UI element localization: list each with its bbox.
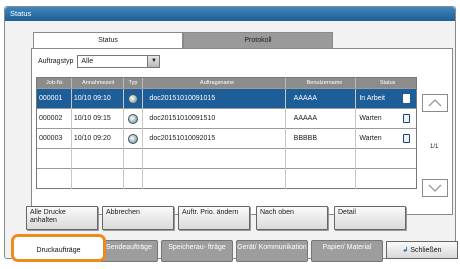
close-button[interactable]: ↲ Schließen	[386, 241, 458, 259]
tab-paper-material[interactable]: Papier/ Material	[311, 240, 383, 262]
job-user: AAAAA	[286, 88, 357, 109]
chevron-up-icon	[428, 99, 442, 107]
tab-protokoll[interactable]: Protokoll	[183, 32, 333, 48]
chevron-down-icon[interactable]: ▼	[147, 56, 160, 67]
tab-device-communication[interactable]: Gerät/ Kommunikation	[236, 240, 308, 262]
tab-print-jobs[interactable]: Druckaufträge	[11, 234, 106, 262]
job-name: doc20151010092015	[143, 128, 286, 149]
printer-job-icon	[124, 128, 144, 149]
col-user: Benutzername	[286, 78, 357, 88]
job-nr: 000003	[37, 128, 72, 149]
waiting-icon	[402, 113, 410, 123]
detail-button[interactable]: Detail	[334, 206, 406, 230]
change-priority-button[interactable]: Auftr. Prio. ändern	[178, 206, 250, 230]
table-header: Job-Nr. Annahmezeit Typ Auftragsname Ben…	[37, 78, 416, 88]
job-table: Job-Nr. Annahmezeit Typ Auftragsname Ben…	[36, 77, 417, 189]
hold-all-button[interactable]: Alle Drucke anhalten	[26, 206, 98, 230]
job-nr: 000002	[37, 108, 72, 129]
move-up-button[interactable]: Nach oben	[256, 206, 328, 230]
window-title: Status	[5, 7, 455, 21]
tab-bar: Status Protokoll	[33, 32, 333, 48]
job-type-select[interactable]: Alle ▼	[77, 55, 161, 68]
job-time: 10/10 09:20	[72, 128, 124, 149]
scroll-controls	[422, 94, 448, 112]
job-name: doc20151010091510	[143, 108, 286, 129]
table-row-empty	[37, 168, 416, 189]
job-status-text: In Arbeit	[359, 94, 385, 102]
table-row[interactable]: 000002 10/10 09:15 doc20151010091510 AAA…	[37, 108, 416, 129]
printer-job-icon	[124, 88, 144, 109]
job-status: Warten	[356, 129, 416, 149]
job-user: BBBBB	[286, 128, 357, 149]
job-status: Warten	[356, 109, 416, 129]
tab-status[interactable]: Status	[33, 32, 183, 48]
job-user: AAAAA	[286, 108, 357, 129]
col-type: Typ	[124, 78, 144, 88]
scroll-down-button[interactable]	[422, 179, 448, 197]
table-row[interactable]: 000001 10/10 09:10 doc20151010091015 AAA…	[37, 88, 416, 109]
scroll-up-button[interactable]	[422, 94, 448, 112]
job-time: 10/10 09:15	[72, 108, 124, 129]
job-status-text: Warten	[359, 134, 382, 142]
tab-storage-jobs[interactable]: Speicherau- fträge	[161, 240, 233, 262]
bottom-nav: Druckaufträge Sendeaufträge Speicherau- …	[4, 234, 458, 266]
action-bar: Alle Drucke anhalten Abbrechen Auftr. Pr…	[26, 206, 448, 232]
col-status: Status	[379, 80, 396, 86]
job-nr: 000001	[37, 88, 72, 109]
job-status: In Arbeit	[356, 89, 416, 109]
chevron-down-icon	[428, 184, 442, 192]
table-row[interactable]: 000003 10/10 09:20 doc20151010092015 BBB…	[37, 128, 416, 149]
status-content: Auftragstyp Alle ▼ Job-Nr. Annahmezeit T…	[31, 48, 453, 215]
job-type-label: Auftragstyp	[38, 58, 74, 65]
processing-icon	[402, 93, 410, 103]
return-arrow-icon: ↲	[402, 247, 409, 254]
col-job-name: Auftragsname	[143, 78, 286, 88]
page-indicator: 1/1	[430, 144, 439, 150]
job-type-value: Alle	[81, 58, 94, 65]
cancel-button[interactable]: Abbrechen	[102, 206, 174, 230]
waiting-icon	[402, 133, 410, 143]
job-status-text: Warten	[359, 114, 382, 122]
job-type-filter: Auftragstyp Alle ▼	[38, 55, 161, 68]
job-time: 10/10 09:10	[72, 88, 124, 109]
table-row-empty	[37, 148, 416, 169]
col-time: Annahmezeit	[72, 78, 124, 88]
col-job-nr: Job-Nr.	[37, 78, 72, 88]
close-label: Schließen	[410, 247, 442, 254]
tab-send-jobs[interactable]: Sendeaufträge	[100, 240, 158, 262]
job-name: doc20151010091015	[143, 88, 286, 109]
printer-job-icon	[124, 108, 144, 129]
scroll-controls-bottom	[422, 179, 448, 197]
